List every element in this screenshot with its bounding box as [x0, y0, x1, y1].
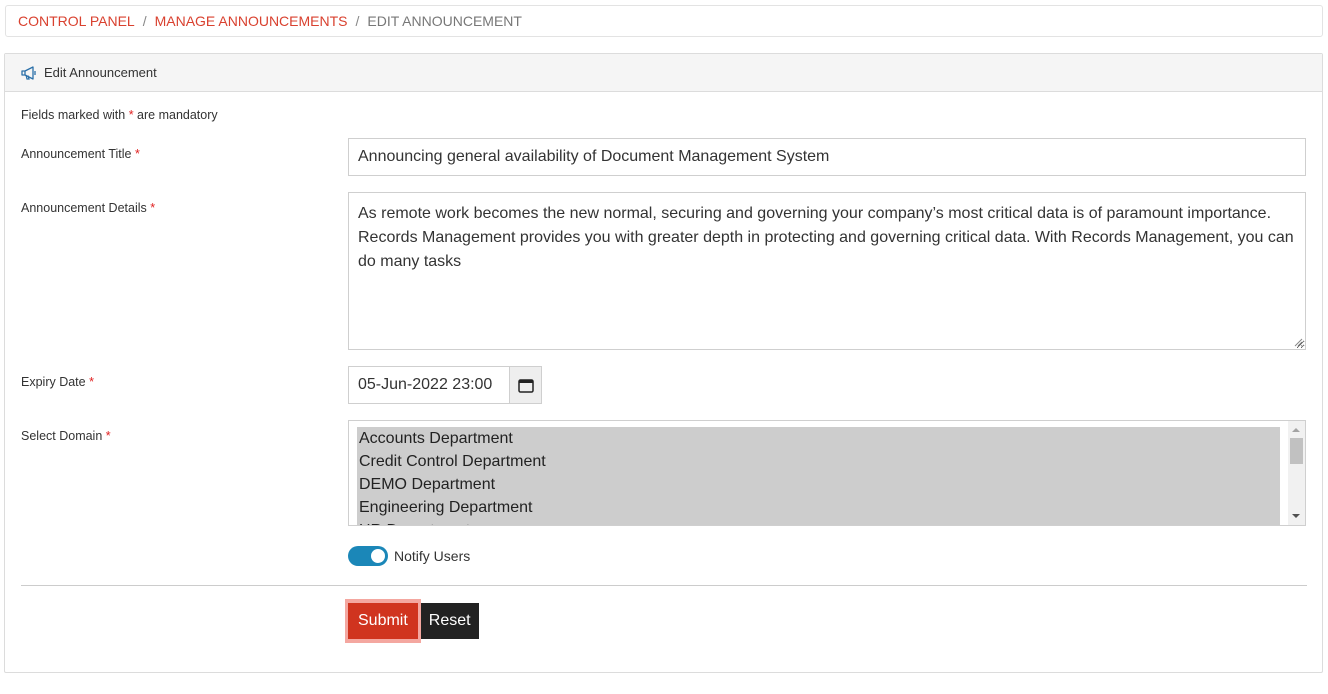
label-text: Select Domain	[21, 429, 103, 443]
announcement-title-label: Announcement Title *	[21, 147, 140, 161]
label-text: Expiry Date	[21, 375, 86, 389]
required-marker: *	[105, 429, 111, 443]
domain-multiselect[interactable]: Accounts Department Credit Control Depar…	[348, 420, 1306, 526]
domain-options-list: Accounts Department Credit Control Depar…	[357, 427, 1280, 525]
announcement-details-textarea[interactable]: As remote work becomes the new normal, s…	[348, 192, 1306, 350]
panel-title: Edit Announcement	[44, 65, 157, 80]
scroll-thumb[interactable]	[1290, 438, 1303, 464]
domain-scrollbar[interactable]	[1288, 421, 1305, 525]
notify-users-label: Notify Users	[394, 548, 471, 564]
label-text: Announcement Details	[21, 201, 147, 215]
breadcrumb-control-panel[interactable]: CONTROL PANEL	[18, 13, 135, 29]
domain-option[interactable]: Engineering Department	[357, 496, 1280, 519]
breadcrumb: CONTROL PANEL / MANAGE ANNOUNCEMENTS / E…	[5, 5, 1323, 37]
details-text: As remote work becomes the new normal, s…	[358, 205, 1294, 270]
required-marker: *	[128, 108, 134, 122]
submit-button[interactable]: Submit	[345, 599, 421, 643]
calendar-button[interactable]	[509, 366, 542, 404]
reset-button[interactable]: Reset	[420, 603, 479, 639]
edit-announcement-panel: Edit Announcement Fields marked with * a…	[4, 53, 1323, 673]
expiry-date-group: 05-Jun-2022 23:00	[348, 366, 542, 404]
expiry-date-input[interactable]: 05-Jun-2022 23:00	[348, 366, 509, 404]
required-marker: *	[150, 201, 156, 215]
breadcrumb-current: EDIT ANNOUNCEMENT	[367, 13, 522, 29]
toggle-knob	[371, 549, 385, 563]
required-marker: *	[134, 147, 140, 161]
notify-users-row: Notify Users	[348, 546, 470, 566]
domain-option[interactable]: Credit Control Department	[357, 450, 1280, 473]
submit-label: Submit	[348, 603, 418, 639]
mandatory-note: Fields marked with * are mandatory	[21, 108, 218, 122]
breadcrumb-manage-announcements[interactable]: MANAGE ANNOUNCEMENTS	[155, 13, 348, 29]
breadcrumb-separator: /	[355, 13, 360, 29]
mandatory-note-suffix: are mandatory	[137, 108, 218, 122]
megaphone-icon	[21, 65, 36, 80]
domain-option[interactable]: HR Department	[357, 519, 1280, 525]
domain-option[interactable]: DEMO Department	[357, 473, 1280, 496]
notify-users-toggle[interactable]	[348, 546, 388, 566]
select-domain-label: Select Domain *	[21, 429, 111, 443]
domain-option[interactable]: Accounts Department	[357, 427, 1280, 450]
expiry-date-label: Expiry Date *	[21, 375, 94, 389]
scroll-down-arrow-icon[interactable]	[1292, 514, 1300, 518]
announcement-title-input[interactable]: Announcing general availability of Docum…	[348, 138, 1306, 176]
calendar-icon	[517, 378, 534, 393]
announcement-details-label: Announcement Details *	[21, 201, 155, 215]
form-divider	[21, 585, 1307, 586]
breadcrumb-separator: /	[142, 13, 147, 29]
form-actions: Submit Reset	[345, 599, 479, 643]
mandatory-note-prefix: Fields marked with	[21, 108, 126, 122]
resize-grip-icon[interactable]	[1293, 337, 1303, 347]
required-marker: *	[89, 375, 94, 389]
panel-header: Edit Announcement	[5, 54, 1322, 92]
label-text: Announcement Title	[21, 147, 132, 161]
scroll-up-arrow-icon[interactable]	[1292, 428, 1300, 432]
